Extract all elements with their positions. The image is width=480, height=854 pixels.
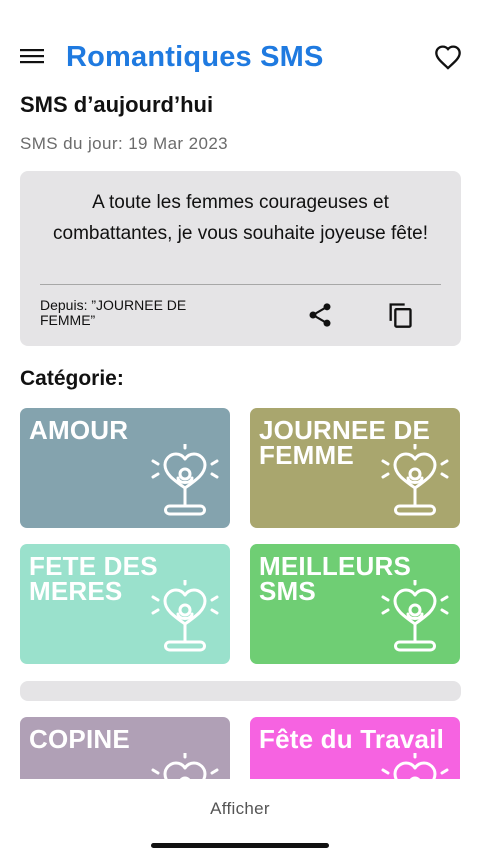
category-title: Catégorie:: [20, 367, 124, 390]
app-title: Romantiques SMS: [66, 41, 324, 73]
category-label: AMOUR: [29, 415, 129, 445]
copy-icon[interactable]: [386, 301, 414, 329]
category-tile-journee-de-femme[interactable]: JOURNEE DE FEMME: [250, 408, 460, 528]
bottom-bar: Afficher: [0, 779, 480, 854]
daily-section-title: SMS d’aujourd’hui: [20, 92, 214, 117]
app-bar: Romantiques SMS: [0, 38, 480, 78]
share-icon[interactable]: [306, 301, 334, 329]
daily-sms-source: Depuis: ”JOURNEE DE FEMME”: [40, 297, 187, 328]
category-tile-amour[interactable]: AMOUR: [20, 408, 230, 528]
category-label: COPINE: [29, 724, 130, 754]
heart-figure-icon: [150, 578, 220, 660]
ad-banner-placeholder: [20, 681, 461, 701]
category-tile-fete-des-meres[interactable]: FETE DES MERES: [20, 544, 230, 664]
daily-sms-message: A toute les femmes courageuses et combat…: [53, 192, 428, 244]
category-label: Fête du Travail: [259, 724, 445, 754]
category-tile-meilleurs-sms[interactable]: MEILLEURS SMS: [250, 544, 460, 664]
home-indicator: [151, 843, 329, 848]
hamburger-menu-icon[interactable]: [20, 46, 44, 66]
heart-icon[interactable]: [434, 44, 462, 70]
daily-date: SMS du jour: 19 Mar 2023: [20, 134, 229, 153]
show-button[interactable]: Afficher: [0, 799, 480, 819]
daily-sms-card: A toute les femmes courageuses et combat…: [20, 171, 461, 346]
heart-figure-icon: [380, 578, 450, 660]
divider: [40, 284, 441, 285]
heart-figure-icon: [150, 442, 220, 524]
heart-figure-icon: [380, 442, 450, 524]
